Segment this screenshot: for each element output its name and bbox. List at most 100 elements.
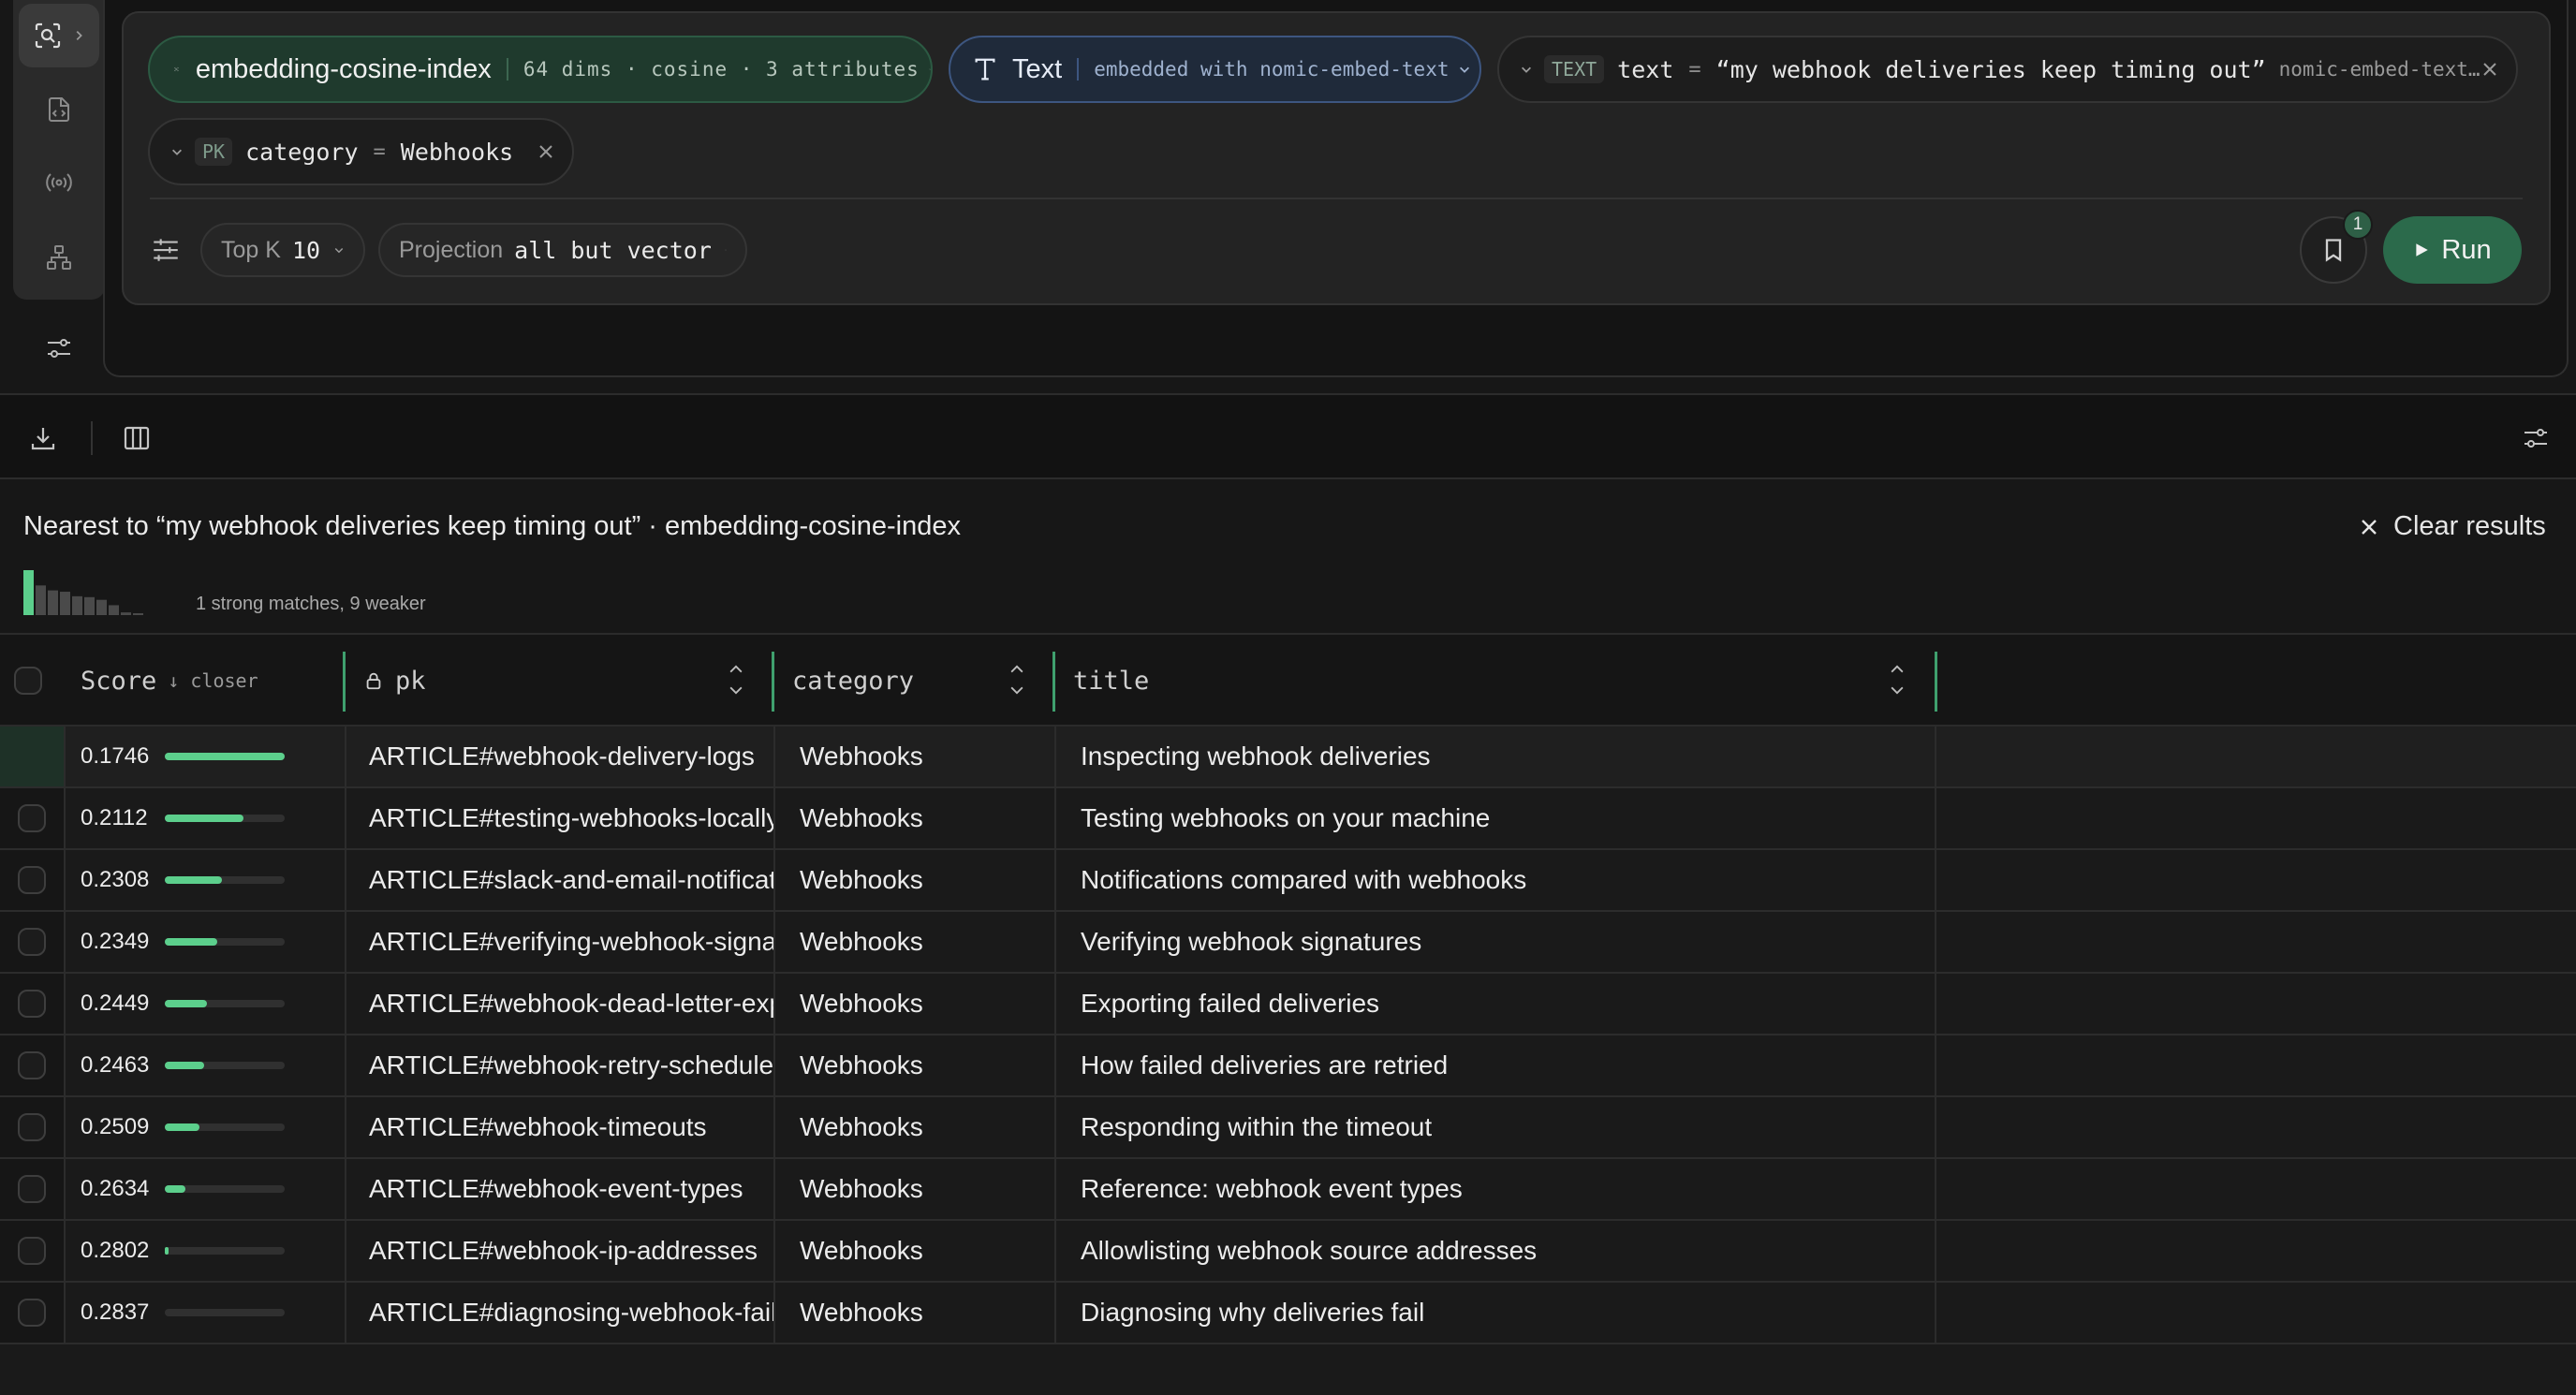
row-checkbox[interactable] — [18, 804, 46, 832]
table-row[interactable]: 0.2463 ARTICLE#webhook-retry-schedule Webh… — [0, 1035, 2576, 1097]
pk-filter[interactable]: PK category = Webhooks — [148, 118, 574, 185]
column-header-title[interactable]: title — [1056, 635, 1935, 727]
table-row[interactable]: 0.2349 ARTICLE#verifying-webhook-signat We… — [0, 912, 2576, 974]
rail-code[interactable] — [13, 75, 105, 144]
title-cell[interactable]: Notifications compared with webhooks — [1056, 850, 1935, 910]
title-cell[interactable]: Inspecting webhook deliveries — [1056, 727, 1935, 786]
category-cell[interactable]: Webhooks — [775, 788, 1054, 848]
rail-settings[interactable] — [28, 330, 90, 367]
results-title: Nearest to “my webhook deliveries keep t… — [23, 511, 961, 541]
row-checkbox[interactable] — [18, 1113, 46, 1141]
sort-icon[interactable] — [1008, 659, 1026, 700]
title-cell[interactable]: Responding within the timeout — [1056, 1097, 1935, 1157]
score-bar-track — [165, 1309, 285, 1316]
histogram-bar — [48, 590, 58, 615]
rail-schema[interactable] — [13, 223, 105, 292]
pk-cell[interactable]: ARTICLE#diagnosing-webhook-failu — [346, 1283, 773, 1343]
category-cell[interactable]: Webhooks — [775, 1159, 1054, 1219]
title-cell[interactable]: How failed deliveries are retried — [1056, 1035, 1935, 1095]
pk-cell[interactable]: ARTICLE#testing-webhooks-locally — [346, 788, 773, 848]
category-cell[interactable]: Webhooks — [775, 974, 1054, 1034]
pk-cell[interactable]: ARTICLE#verifying-webhook-signat — [346, 912, 773, 972]
view-settings-button[interactable] — [2521, 423, 2551, 453]
title-cell[interactable]: Diagnosing why deliveries fail — [1056, 1283, 1935, 1343]
row-checkbox[interactable] — [18, 1299, 46, 1327]
column-divider — [773, 1097, 775, 1159]
table-row[interactable]: 0.2802 ARTICLE#webhook-ip-addresses Webhoo… — [0, 1221, 2576, 1283]
table-row[interactable]: 0.2634 ARTICLE#webhook-event-types Webhook… — [0, 1159, 2576, 1221]
projection-selector[interactable]: Projection all but vector — [378, 223, 747, 277]
column-resize-handle[interactable] — [1052, 652, 1055, 712]
pk-cell[interactable]: ARTICLE#webhook-retry-schedule — [346, 1035, 773, 1095]
category-cell[interactable]: Webhooks — [775, 912, 1054, 972]
top-k-selector[interactable]: Top K 10 — [200, 223, 365, 277]
score-bar-track — [165, 1000, 285, 1007]
sort-icon[interactable] — [727, 659, 745, 700]
play-icon — [2416, 243, 2429, 257]
category-cell[interactable]: Webhooks — [775, 727, 1054, 786]
filter-value[interactable]: “my webhook deliveries keep timing out” — [1716, 56, 2266, 83]
vector-search-icon — [35, 22, 61, 49]
title-cell[interactable]: Testing webhooks on your machine — [1056, 788, 1935, 848]
filter-value[interactable]: Webhooks — [401, 139, 513, 166]
column-resize-handle[interactable] — [772, 652, 774, 712]
row-checkbox[interactable] — [18, 1175, 46, 1203]
title-cell[interactable]: Allowlisting webhook source addresses — [1056, 1221, 1935, 1281]
table-row[interactable]: 0.2449 ARTICLE#webhook-dead-letter-exp Web… — [0, 974, 2576, 1035]
column-resize-handle[interactable] — [343, 652, 346, 712]
row-checkbox[interactable] — [18, 990, 46, 1018]
table-row[interactable]: 0.2837 ARTICLE#diagnosing-webhook-failu We… — [0, 1283, 2576, 1344]
row-checkbox[interactable] — [18, 866, 46, 894]
score-value: 0.2509 — [81, 1114, 150, 1139]
run-label: Run — [2441, 234, 2492, 265]
category-cell[interactable]: Webhooks — [775, 1283, 1054, 1343]
column-divider — [345, 850, 346, 912]
rail-vector-search[interactable] — [19, 4, 99, 67]
table-row[interactable]: 0.2308 ARTICLE#slack-and-email-notificati… — [0, 850, 2576, 912]
run-button[interactable]: Run — [2383, 216, 2522, 284]
download-button[interactable] — [28, 423, 58, 453]
index-selector[interactable]: embedding-cosine-index 64 dims · cosine … — [148, 36, 933, 103]
toolbar-divider — [91, 421, 93, 455]
columns-button[interactable] — [122, 423, 152, 453]
column-resize-handle[interactable] — [1935, 652, 1937, 712]
select-all-checkbox[interactable] — [14, 667, 42, 695]
column-header-score[interactable]: Score ↓ closer — [66, 635, 345, 727]
pk-cell[interactable]: ARTICLE#webhook-event-types — [346, 1159, 773, 1219]
close-icon — [2362, 519, 2377, 535]
title-cell[interactable]: Reference: webhook event types — [1056, 1159, 1935, 1219]
score-cell: 0.2802 — [66, 1221, 345, 1281]
column-divider — [1054, 850, 1056, 912]
row-checkbox[interactable] — [18, 1051, 46, 1079]
row-checkbox[interactable] — [18, 1237, 46, 1265]
pk-cell[interactable]: ARTICLE#slack-and-email-notificati — [346, 850, 773, 910]
score-cell: 0.2634 — [66, 1159, 345, 1219]
title-cell[interactable]: Exporting failed deliveries — [1056, 974, 1935, 1034]
histogram-bar — [84, 596, 95, 615]
row-checkbox[interactable] — [18, 928, 46, 956]
category-cell[interactable]: Webhooks — [775, 1221, 1054, 1281]
table-row[interactable]: 0.1746 ARTICLE#webhook-delivery-logs Webho… — [0, 727, 2576, 788]
pk-cell[interactable]: ARTICLE#webhook-delivery-logs — [346, 727, 773, 786]
close-icon[interactable] — [2479, 58, 2501, 81]
table-row[interactable]: 0.2112 ARTICLE#testing-webhooks-locally We… — [0, 788, 2576, 850]
text-query-filter[interactable]: TEXT text = “my webhook deliveries keep … — [1497, 36, 2518, 103]
query-options-button[interactable] — [150, 234, 182, 266]
clear-results-button[interactable]: Clear results — [2358, 511, 2546, 542]
pk-cell[interactable]: ARTICLE#webhook-timeouts — [346, 1097, 773, 1157]
close-icon[interactable] — [535, 140, 557, 163]
column-header-pk[interactable]: pk — [346, 635, 773, 727]
pk-cell[interactable]: ARTICLE#webhook-dead-letter-exp — [346, 974, 773, 1034]
column-header-category[interactable]: category — [775, 635, 1054, 727]
sort-icon[interactable] — [1888, 659, 1906, 700]
title-cell[interactable]: Verifying webhook signatures — [1056, 912, 1935, 972]
category-cell[interactable]: Webhooks — [775, 1035, 1054, 1095]
category-cell[interactable]: Webhooks — [775, 850, 1054, 910]
query-mode-selector[interactable]: Text embedded with nomic-embed-text — [949, 36, 1481, 103]
pk-cell[interactable]: ARTICLE#webhook-ip-addresses — [346, 1221, 773, 1281]
category-cell[interactable]: Webhooks — [775, 1097, 1054, 1157]
rail-stream[interactable] — [13, 148, 105, 217]
row-select-cell — [0, 1097, 64, 1157]
score-cell: 0.2463 — [66, 1035, 345, 1095]
table-row[interactable]: 0.2509 ARTICLE#webhook-timeouts Webhooks Re… — [0, 1097, 2576, 1159]
